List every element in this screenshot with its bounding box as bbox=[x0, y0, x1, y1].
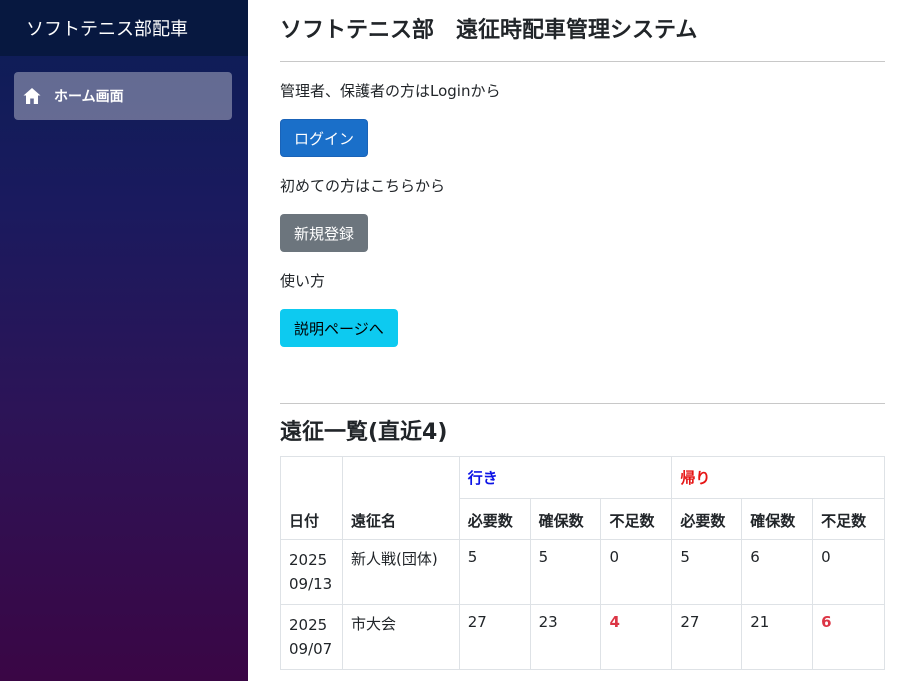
cell-back-required: 27 bbox=[671, 604, 743, 670]
header-name: 遠征名 bbox=[341, 456, 460, 540]
header-go-secured: 確保数 bbox=[529, 498, 602, 540]
usage-note: 使い方 bbox=[280, 272, 326, 290]
cell-back-secured: 6 bbox=[741, 539, 814, 605]
sidebar-item-label: ホーム画面 bbox=[54, 89, 124, 105]
header-back-secured: 確保数 bbox=[741, 498, 814, 540]
table-row[interactable]: 2025 09/07 市大会 27 23 4 27 21 6 bbox=[280, 604, 885, 670]
cell-year: 2025 bbox=[289, 616, 328, 634]
cell-go-shortage: 4 bbox=[600, 604, 673, 670]
cell-back-secured: 21 bbox=[741, 604, 814, 670]
cell-go-secured: 23 bbox=[529, 604, 602, 670]
expedition-table: 日付 遠征名 行き 帰り 必要数 確保数 不足数 必要数 確保数 不足数 202… bbox=[280, 456, 885, 670]
table-row[interactable]: 2025 09/13 新人戦(団体) 5 5 0 5 6 0 bbox=[280, 539, 885, 605]
cell-name[interactable]: 新人戦(団体) bbox=[341, 539, 460, 605]
cell-day: 09/13 bbox=[289, 575, 333, 593]
cell-go-required: 5 bbox=[458, 539, 531, 605]
cell-year: 2025 bbox=[289, 551, 328, 569]
sidebar-item-home[interactable]: ホーム画面 bbox=[14, 72, 232, 120]
divider bbox=[280, 403, 885, 404]
header-back: 帰り bbox=[671, 456, 885, 499]
cell-back-shortage: 0 bbox=[812, 539, 885, 605]
main-content: ソフトテニス部 遠征時配車管理システム 管理者、保護者の方はLoginから ログ… bbox=[280, 0, 885, 670]
login-button[interactable]: ログイン bbox=[280, 119, 369, 157]
login-note: 管理者、保護者の方はLoginから bbox=[280, 82, 501, 100]
cell-name[interactable]: 市大会 bbox=[341, 604, 460, 670]
cell-go-shortage: 0 bbox=[600, 539, 673, 605]
header-back-shortage: 不足数 bbox=[812, 498, 885, 540]
table-header-row: 日付 遠征名 行き 帰り bbox=[280, 456, 885, 540]
cell-back-shortage: 6 bbox=[812, 604, 885, 670]
cell-date: 2025 09/07 bbox=[280, 604, 343, 670]
sidebar: ソフトテニス部配車 ホーム画面 bbox=[0, 0, 248, 681]
header-go: 行き bbox=[458, 456, 673, 499]
cell-day: 09/07 bbox=[289, 640, 333, 658]
register-note: 初めての方はこちらから bbox=[280, 177, 446, 195]
header-go-shortage: 不足数 bbox=[600, 498, 673, 540]
register-button[interactable]: 新規登録 bbox=[280, 214, 369, 252]
cell-date: 2025 09/13 bbox=[280, 539, 343, 605]
cell-back-required: 5 bbox=[671, 539, 743, 605]
page-title: ソフトテニス部 遠征時配車管理システム bbox=[280, 18, 698, 43]
divider bbox=[280, 61, 885, 62]
list-title: 遠征一覧(直近4) bbox=[280, 420, 448, 445]
home-icon bbox=[22, 86, 42, 106]
header-go-required: 必要数 bbox=[458, 498, 531, 540]
usage-button[interactable]: 説明ページへ bbox=[280, 309, 398, 347]
sidebar-nav: ホーム画面 bbox=[0, 56, 248, 120]
cell-go-secured: 5 bbox=[529, 539, 602, 605]
sidebar-brand[interactable]: ソフトテニス部配車 bbox=[0, 0, 248, 56]
header-date: 日付 bbox=[280, 456, 343, 540]
header-back-required: 必要数 bbox=[671, 498, 743, 540]
cell-go-required: 27 bbox=[458, 604, 531, 670]
